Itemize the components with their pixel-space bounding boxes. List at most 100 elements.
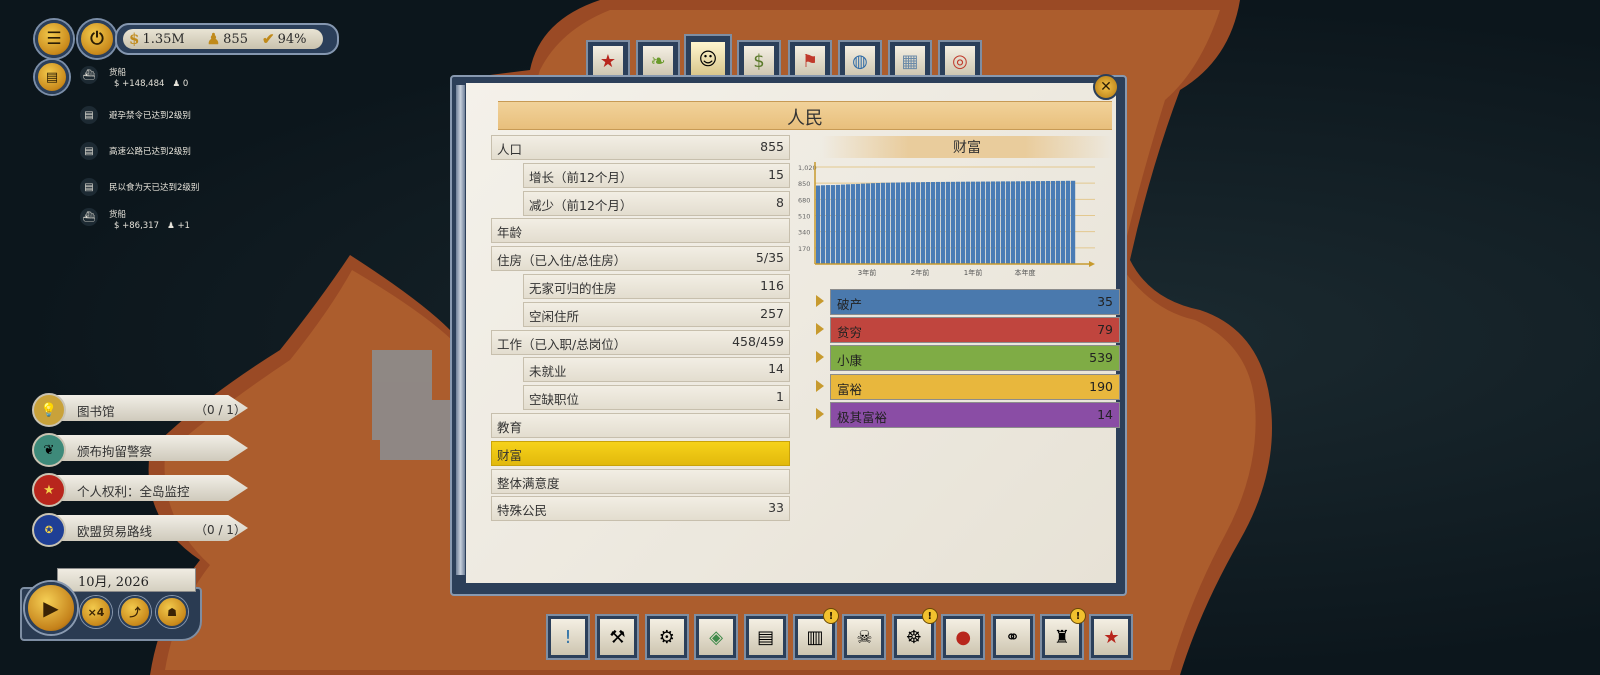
books-icon: ▥ xyxy=(798,619,832,655)
stat-row[interactable]: 空闲住所 257 xyxy=(523,301,790,327)
tab-buildings[interactable]: ▦ xyxy=(888,40,932,80)
document-icon: ▤ xyxy=(80,106,98,124)
chart-bar xyxy=(956,181,961,264)
toolbar-button[interactable]: ⚭ xyxy=(990,614,1035,660)
chart-bar xyxy=(976,181,981,264)
wealth-value: 190 xyxy=(1089,378,1113,394)
wealth-bar: 富裕 190 xyxy=(830,373,1120,400)
chart-bar xyxy=(971,181,976,264)
person-icon: ♟ xyxy=(167,221,178,231)
expand-arrow-icon[interactable] xyxy=(816,295,824,307)
toolbar-button[interactable]: ⚒ xyxy=(595,614,640,660)
stat-label: 住房（已入住/总住房） xyxy=(497,253,627,269)
speed-button[interactable]: ×4 xyxy=(80,596,112,628)
stat-row[interactable]: 年龄 xyxy=(491,218,790,244)
chart-bar xyxy=(931,182,936,264)
tab-faction[interactable]: ★ xyxy=(586,40,630,80)
policy-surveillance[interactable]: ★ 个人权利：全岛监控 xyxy=(32,473,248,507)
resource-bar: $1.35M ♟ 855 ✔ 94% xyxy=(115,23,339,55)
wealth-row[interactable]: 贫穷 79 xyxy=(816,317,1120,344)
chart-bar xyxy=(816,185,821,264)
stat-label: 教育 xyxy=(497,420,523,435)
chart-bar xyxy=(961,181,966,264)
map-icon: ◈ xyxy=(699,619,734,655)
tab-world[interactable]: ◍ xyxy=(838,40,882,80)
toolbar-button[interactable]: ! xyxy=(546,614,590,660)
stat-row[interactable]: 整体满意度 xyxy=(491,468,790,494)
stat-row[interactable]: 空缺职位 1 xyxy=(523,385,790,411)
chart-bar xyxy=(1071,180,1076,264)
chart-bar xyxy=(886,182,891,264)
tab-flag[interactable]: ⚑ xyxy=(788,40,832,80)
wealth-row[interactable]: 富裕 190 xyxy=(816,373,1120,400)
stat-row[interactable]: 增长（前12个月） 15 xyxy=(523,162,790,188)
stat-label: 工作（已入职/总岗位） xyxy=(497,336,627,352)
play-button[interactable]: ▶ xyxy=(25,582,77,634)
expand-arrow-icon[interactable] xyxy=(816,351,824,364)
toolbar-button[interactable]: ⚙ xyxy=(644,614,689,660)
stat-row[interactable]: 无家可归的住房 116 xyxy=(523,274,790,299)
wealth-bar: 极其富裕 14 xyxy=(830,401,1120,428)
presidente-button[interactable]: ☗ xyxy=(156,596,188,628)
wealth-row[interactable]: 破产 35 xyxy=(816,289,1120,315)
toolbar-button[interactable]: ☠ xyxy=(842,614,887,660)
chart-bar xyxy=(966,181,971,264)
chart-bar xyxy=(1036,181,1041,264)
chart-bar xyxy=(881,182,886,264)
notification-icon: ! xyxy=(823,608,839,624)
scroll-rail[interactable] xyxy=(456,85,465,575)
chart-bar xyxy=(1051,180,1056,264)
power-button[interactable]: ⏻ xyxy=(78,20,116,58)
chart-bar xyxy=(1061,180,1066,264)
tab-target[interactable]: ◎ xyxy=(938,40,982,80)
menu-button[interactable]: ☰ xyxy=(35,20,73,58)
wealth-row[interactable]: 小康 539 xyxy=(816,345,1120,372)
stat-row[interactable]: 财富 xyxy=(491,440,790,466)
stat-row[interactable]: 未就业 14 xyxy=(523,357,790,383)
wealth-bar: 小康 539 xyxy=(830,345,1120,372)
policy-eu-trade[interactable]: ✪ 欧盟贸易路线 （0 / 1） xyxy=(32,513,248,547)
chart-bar xyxy=(901,182,906,264)
expand-arrow-icon[interactable] xyxy=(816,323,824,336)
tab-economy[interactable]: $ xyxy=(737,40,781,80)
money-indicator[interactable]: $1.35M xyxy=(129,30,185,48)
stat-row[interactable]: 住房（已入住/总住房） 5/35 xyxy=(491,246,790,272)
expand-arrow-icon[interactable] xyxy=(816,379,824,392)
chart-bar xyxy=(851,184,856,264)
x-tick-label: 1年前 xyxy=(964,268,982,277)
leaf-icon: ❦ xyxy=(32,433,66,467)
stat-row[interactable]: 特殊公民 33 xyxy=(491,496,790,522)
chart-bar xyxy=(866,183,871,264)
wealth-value: 14 xyxy=(1097,406,1113,422)
stat-value: 116 xyxy=(760,278,784,293)
pirate-flag-icon: ☠ xyxy=(847,619,882,655)
stat-row[interactable]: 教育 xyxy=(491,413,790,438)
stat-row[interactable]: 人口 855 xyxy=(491,135,790,160)
toolbar-button[interactable]: ★ xyxy=(1089,614,1134,660)
chart-bar xyxy=(836,184,841,264)
wealth-label: 富裕 xyxy=(837,381,863,397)
notification-icon: ! xyxy=(1070,608,1086,624)
policy-library[interactable]: 💡 图书馆 （0 / 1） xyxy=(32,393,248,427)
expand-arrow-icon[interactable] xyxy=(816,407,824,420)
policy-detention-police[interactable]: ❦ 颁布拘留警察 xyxy=(32,433,248,467)
tab-resources[interactable]: ❧ xyxy=(636,40,680,80)
stat-value: 855 xyxy=(760,139,784,154)
close-button[interactable]: ✕ xyxy=(1093,74,1119,100)
y-tick-label: 680 xyxy=(798,196,810,204)
toolbar-button[interactable]: ▤ xyxy=(743,614,788,660)
toolbar-button[interactable]: ◈ xyxy=(694,614,739,660)
stat-row[interactable]: 工作（已入职/总岗位） 458/459 xyxy=(491,329,790,355)
wealth-row[interactable]: 极其富裕 14 xyxy=(816,401,1120,428)
population-indicator[interactable]: ♟ 855 xyxy=(207,30,248,48)
toolbar-button[interactable]: ● xyxy=(941,614,986,660)
build-button[interactable]: ⤴ xyxy=(119,596,151,628)
approval-indicator[interactable]: ✔ 94% xyxy=(262,30,306,48)
chart-bar xyxy=(831,185,836,264)
globe-icon: ◍ xyxy=(845,46,875,76)
stat-row[interactable]: 减少（前12个月） 8 xyxy=(523,190,790,216)
wealth-value: 79 xyxy=(1097,322,1113,338)
ledger-button[interactable]: ▤ xyxy=(35,60,69,94)
alert-icon: ! xyxy=(551,619,585,655)
wheel-icon: ☸ xyxy=(896,619,931,655)
